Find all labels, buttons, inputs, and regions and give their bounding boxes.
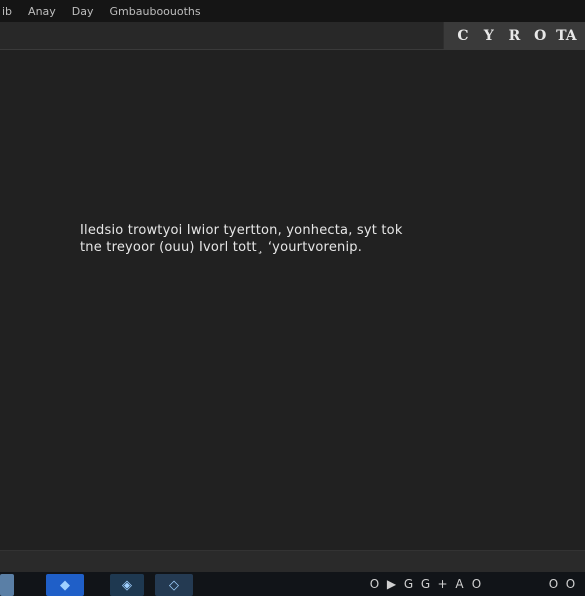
status-bar — [0, 550, 585, 573]
app-icon-2[interactable]: ◇ — [155, 574, 193, 596]
toolbar-button-r[interactable]: R — [504, 28, 524, 44]
menu-item-4[interactable]: Gmbauboouoths — [110, 5, 201, 18]
menu-item-2[interactable]: Anay — [28, 5, 56, 18]
font-icon[interactable]: A — [451, 577, 468, 591]
settings-icon[interactable]: G — [417, 577, 434, 591]
center-message: Iledsio trowtyoi Iwior tyertton, yonhect… — [80, 222, 520, 256]
plus-icon[interactable]: + — [434, 577, 451, 591]
start-icon[interactable] — [0, 574, 14, 596]
network-icon[interactable]: O — [545, 577, 562, 591]
taskbar: ◆ ◈ ◇ O ▶ G G + A O O O — [0, 572, 585, 596]
app-icon-1[interactable]: ◈ — [110, 574, 144, 596]
circle-icon[interactable]: O — [366, 577, 383, 591]
volume-icon[interactable]: O — [562, 577, 579, 591]
refresh-icon[interactable]: G — [400, 577, 417, 591]
menu-bar: ib Anay Day Gmbauboouoths — [0, 0, 585, 22]
toolbar-empty-area — [0, 22, 443, 49]
shield-icon[interactable]: ◆ — [46, 574, 84, 596]
toolbar-button-y[interactable]: Y — [479, 28, 499, 44]
media-controls: O ▶ G G + A O — [366, 577, 485, 591]
toolbar: C Y R O TA — [0, 22, 585, 50]
editor-canvas[interactable]: Iledsio trowtyoi Iwior tyertton, yonhect… — [0, 50, 585, 550]
app-glyph-icon-1: ◈ — [122, 577, 132, 593]
toolbar-button-o[interactable]: O — [530, 28, 550, 44]
toolbar-button-group: C Y R O TA — [444, 22, 585, 49]
menu-item-3[interactable]: Day — [72, 5, 94, 18]
play-icon[interactable]: ▶ — [383, 577, 400, 591]
system-tray: O ▶ G G + A O O O — [366, 572, 585, 596]
record-icon[interactable]: O — [468, 577, 485, 591]
message-line-2: tne treyoor (ouu) Ivorl tott¸ ʻyourtvore… — [80, 240, 363, 255]
app-window: ib Anay Day Gmbauboouoths C Y R O TA Ile… — [0, 0, 585, 596]
message-line-1: Iledsio trowtyoi Iwior tyertton, yonhect… — [80, 223, 403, 238]
app-glyph-icon-2: ◇ — [169, 577, 179, 593]
shield-glyph-icon: ◆ — [60, 577, 70, 593]
toolbar-button-ta[interactable]: TA — [556, 28, 577, 44]
tray-status: O O — [545, 577, 579, 591]
toolbar-button-c[interactable]: C — [453, 28, 473, 44]
menu-item-1[interactable]: ib — [2, 5, 12, 18]
